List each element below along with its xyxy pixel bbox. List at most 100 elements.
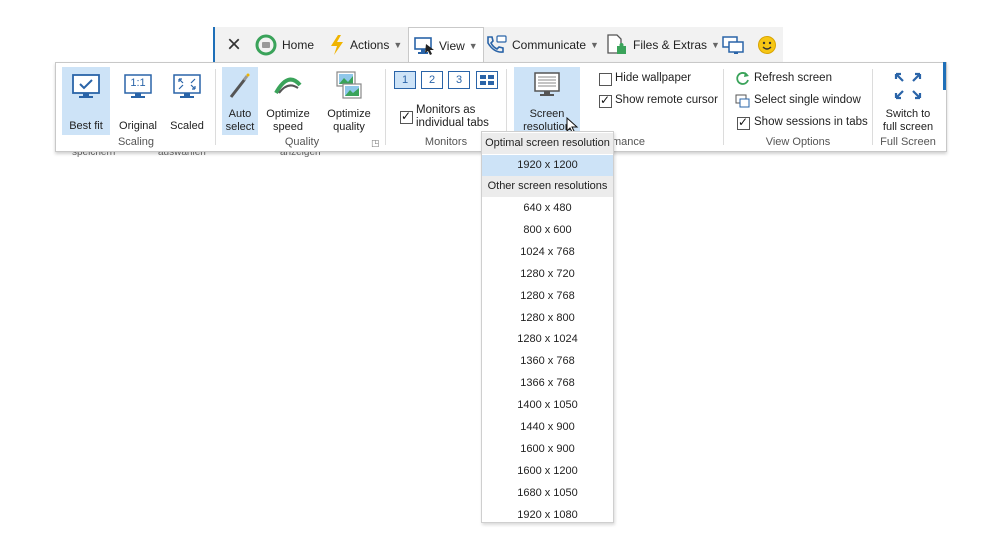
home-icon — [255, 34, 277, 55]
button-label: Best fit — [69, 120, 103, 132]
tab-label: Communicate — [512, 37, 587, 52]
all-monitors-button[interactable] — [476, 71, 498, 89]
refresh-icon[interactable] — [735, 71, 750, 86]
button-label: speed — [273, 121, 303, 133]
scaled-button[interactable]: Scaled — [164, 67, 210, 135]
tab-home[interactable]: Home — [255, 27, 314, 62]
group-label-view-options: View Options — [765, 136, 831, 148]
button-label: full screen — [882, 121, 934, 133]
resolution-option[interactable]: 1440 x 900 — [482, 417, 613, 438]
original-button[interactable]: 1:1 Original — [114, 67, 162, 135]
monitor-number: 2 — [428, 74, 436, 86]
dropdown-header-other: Other screen resolutions — [482, 176, 613, 197]
monitor-check-icon — [72, 74, 100, 98]
tab-view[interactable]: View ▼ — [408, 27, 484, 63]
resolution-option[interactable]: 1600 x 900 — [482, 439, 613, 460]
resolution-option[interactable]: 1280 x 720 — [482, 264, 613, 285]
lightning-icon — [331, 34, 343, 55]
screen-resolution-icon — [534, 72, 560, 96]
chevron-down-icon: ▼ — [393, 39, 403, 50]
expand-arrows-icon — [894, 72, 922, 100]
resolution-option-optimal[interactable]: 1920 x 1200 — [482, 155, 613, 176]
resolution-option[interactable]: 1920 x 1080 — [482, 505, 613, 526]
checkbox-label: Show remote cursor — [615, 94, 718, 106]
monitor-2-button[interactable]: 2 — [421, 71, 443, 89]
button-label: Optimize — [327, 108, 371, 120]
picture-quality-icon — [336, 71, 362, 99]
smiley-icon — [758, 35, 776, 54]
resolution-option[interactable]: 1360 x 768 — [482, 351, 613, 372]
tab-label: Files & Extras — [633, 37, 708, 52]
refresh-screen-button[interactable]: Refresh screen — [754, 72, 832, 84]
monitor-scaled-icon — [173, 74, 201, 98]
toolbar-tabs: × Home Actions ▼ View ▼ Communicate ▼ Fi… — [213, 27, 783, 63]
close-icon: × — [226, 30, 241, 58]
monitor-view-icon — [414, 36, 434, 55]
checkbox-label: Show sessions in tabs — [754, 116, 868, 128]
group-label-scaling: Scaling — [117, 136, 155, 148]
dialog-launcher-icon[interactable]: ◳ — [371, 138, 380, 149]
dual-monitor-icon — [722, 35, 744, 54]
tab-communicate[interactable]: Communicate ▼ — [484, 27, 599, 62]
select-window-icon[interactable] — [735, 93, 750, 108]
ribbon-accent-bar — [943, 62, 946, 90]
remote-screen-button[interactable] — [721, 27, 745, 62]
chevron-down-icon: ▼ — [468, 40, 478, 51]
tab-label: View — [439, 38, 465, 53]
checkbox-label: Monitors as — [416, 104, 476, 116]
resolution-option[interactable]: 640 x 480 — [482, 198, 613, 219]
resolution-option[interactable]: 1600 x 1200 — [482, 461, 613, 482]
screen-resolution-dropdown: Optimal screen resolution 1920 x 1200 Ot… — [481, 131, 614, 523]
button-label: Auto — [228, 108, 252, 120]
switch-full-screen-button[interactable]: Switch to full screen — [876, 67, 940, 135]
group-label-quality: Quality — [284, 136, 320, 148]
chevron-down-icon: ▼ — [711, 39, 720, 50]
auto-select-button[interactable]: Auto select — [222, 67, 258, 135]
grid-icon — [480, 75, 494, 85]
file-puzzle-icon — [607, 33, 626, 54]
monitor-number: 1 — [401, 74, 409, 86]
group-label-performance: mance — [612, 136, 646, 148]
hide-wallpaper-checkbox[interactable] — [599, 73, 612, 86]
feedback-button[interactable] — [757, 27, 777, 62]
resolution-option[interactable]: 1280 x 768 — [482, 286, 613, 307]
show-remote-cursor-checkbox[interactable] — [599, 93, 612, 108]
button-label: quality — [333, 121, 365, 133]
group-divider — [385, 69, 386, 145]
button-label: Scaled — [170, 120, 204, 132]
original-icon-text: 1:1 — [130, 77, 146, 89]
tab-actions[interactable]: Actions ▼ — [329, 27, 402, 62]
screen-resolution-button[interactable]: Screen resolution — [514, 67, 580, 135]
resolution-option[interactable]: 1680 x 1050 — [482, 483, 613, 504]
best-fit-button[interactable]: Best fit — [62, 67, 110, 135]
group-divider — [723, 69, 724, 145]
monitor-number: 3 — [455, 74, 463, 86]
resolution-option[interactable]: 1024 x 768 — [482, 242, 613, 263]
tab-label: Home — [282, 37, 315, 52]
monitor-3-button[interactable]: 3 — [448, 71, 470, 89]
close-button[interactable]: × — [221, 27, 247, 62]
resolution-option[interactable]: 1366 x 768 — [482, 373, 613, 394]
show-sessions-in-tabs-checkbox[interactable] — [737, 115, 750, 130]
resolution-option[interactable]: 800 x 600 — [482, 220, 613, 241]
speedometer-icon — [274, 77, 302, 94]
group-label-full-screen: Full Screen — [880, 136, 936, 148]
dropdown-header-optimal: Optimal screen resolution — [482, 133, 613, 154]
checkbox-label: individual tabs — [416, 117, 489, 129]
monitors-individual-tabs-checkbox[interactable] — [400, 109, 413, 124]
resolution-option[interactable]: 1280 x 800 — [482, 308, 613, 329]
select-single-window-button[interactable]: Select single window — [754, 94, 861, 106]
monitor-1-button[interactable]: 1 — [394, 71, 416, 89]
resolution-option[interactable]: 1280 x 1024 — [482, 329, 613, 350]
group-divider — [872, 69, 873, 145]
group-divider — [215, 69, 216, 145]
resolution-option[interactable]: 1400 x 1050 — [482, 395, 613, 416]
optimize-speed-button[interactable]: Optimize speed — [260, 67, 316, 135]
button-label: Switch to — [885, 108, 931, 120]
tab-files-extras[interactable]: Files & Extras ▼ — [605, 27, 720, 62]
optimize-quality-button[interactable]: Optimize quality — [320, 67, 378, 135]
phone-chat-icon — [487, 34, 507, 53]
button-label: Optimize — [266, 108, 310, 120]
button-label: select — [225, 121, 255, 133]
tab-label: Actions — [350, 37, 390, 52]
